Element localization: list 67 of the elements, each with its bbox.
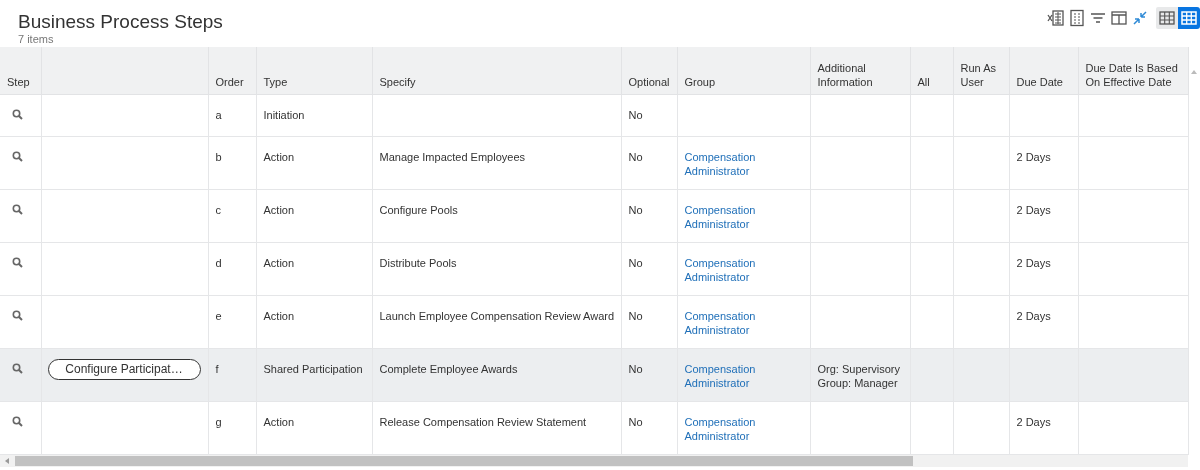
column-header[interactable]: Additional Information	[810, 47, 910, 94]
table-cell-text: g	[215, 414, 223, 429]
table-row[interactable]: e Action Launch Employee Compensation Review Award No Compensation Administrator 2 Days	[0, 295, 1188, 348]
table-cell-text: e	[215, 308, 223, 323]
table-cell-text: 2 Days	[1016, 149, 1052, 164]
search-icon[interactable]	[12, 108, 23, 120]
document-icon[interactable]	[1068, 9, 1086, 27]
table-cell-text: Action	[263, 414, 296, 429]
table-row[interactable]: d Action Distribute Pools No Compensation Administrator 2 Days	[0, 242, 1188, 295]
column-header[interactable]: Specify	[372, 47, 621, 94]
table-cell-text: 2 Days	[1016, 308, 1052, 323]
table-cell-text: a	[215, 107, 223, 122]
column-header[interactable]: Due Date Is Based On Effective Date	[1078, 47, 1188, 94]
excel-export-icon[interactable]	[1047, 9, 1065, 27]
table-cell-text: Manage Impacted Employees	[379, 149, 527, 164]
table-cell-text: 2 Days	[1016, 255, 1052, 270]
table-cell-text: 2 Days	[1016, 202, 1052, 217]
table-cell-text: b	[215, 149, 223, 164]
table-cell-text: Action	[263, 308, 296, 323]
table-row[interactable]: Configure Participat… f Shared Participation Complete Employee Awards No Compensation Administrator Org: Supervisory Group: Manager	[0, 348, 1188, 401]
grid-view-icon[interactable]	[1178, 7, 1200, 29]
column-header[interactable]: Type	[256, 47, 372, 94]
search-icon[interactable]	[12, 203, 23, 215]
search-icon[interactable]	[12, 362, 23, 374]
search-icon[interactable]	[12, 415, 23, 427]
table-cell-text: Action	[263, 149, 296, 164]
table-row[interactable]: a Initiation No	[0, 94, 1188, 136]
configure-button[interactable]: Configure Participat…	[47, 358, 201, 380]
table-cell-text: No	[628, 414, 644, 429]
table-cell-text: Org: Supervisory Group: Manager	[817, 361, 902, 390]
table-view-icon[interactable]	[1156, 7, 1178, 29]
column-header[interactable]: Optional	[621, 47, 677, 94]
collapse-icon[interactable]	[1131, 9, 1149, 27]
column-header[interactable]: Order	[208, 47, 256, 94]
table-cell-text: d	[215, 255, 223, 270]
table-cell-text: No	[628, 202, 644, 217]
column-header[interactable]: Due Date	[1009, 47, 1078, 94]
table-cell: Launch Employee Compensation Review Award	[379, 308, 615, 323]
table-row[interactable]: b Action Manage Impacted Employees No Compensation Administrator 2 Days	[0, 136, 1188, 189]
column-header[interactable]: All	[910, 47, 953, 94]
page-title: Business Process Steps	[18, 11, 223, 33]
table-cell-text: Complete Employee Awards	[379, 361, 519, 376]
table-cell-text: 2 Days	[1016, 414, 1052, 429]
search-icon[interactable]	[12, 309, 23, 321]
search-icon[interactable]	[12, 256, 23, 268]
table-cell-text: f	[215, 361, 220, 376]
table-cell-text: Distribute Pools	[379, 255, 458, 270]
table-cell-text: No	[628, 107, 644, 122]
table-cell-text: No	[628, 149, 644, 164]
table-cell-text: No	[628, 308, 644, 323]
table-cell-text: Shared Participation	[263, 361, 364, 376]
item-count: 7 items	[18, 33, 55, 45]
table-cell-text: Configure Pools	[379, 202, 459, 217]
table-cell-text: Action	[263, 255, 296, 270]
column-header[interactable]: Step	[0, 47, 41, 94]
table-cell-text: No	[628, 361, 644, 376]
table-row[interactable]: g Action Release Compensation Review Statement No Compensation Administrator 2 Days	[0, 401, 1188, 454]
table-row[interactable]: c Action Configure Pools No Compensation Administrator 2 Days	[0, 189, 1188, 242]
table-cell-text: No	[628, 255, 644, 270]
table-cell-text: Release Compensation Review Statement	[379, 414, 588, 429]
column-header[interactable]: Run As User	[953, 47, 1009, 94]
table-cell-text: c	[215, 202, 222, 217]
table-cell-text: Initiation	[263, 107, 306, 122]
column-header[interactable]: Group	[677, 47, 810, 94]
table-cell-text: Action	[263, 202, 296, 217]
search-icon[interactable]	[12, 150, 23, 162]
columns-icon[interactable]	[1110, 9, 1128, 27]
